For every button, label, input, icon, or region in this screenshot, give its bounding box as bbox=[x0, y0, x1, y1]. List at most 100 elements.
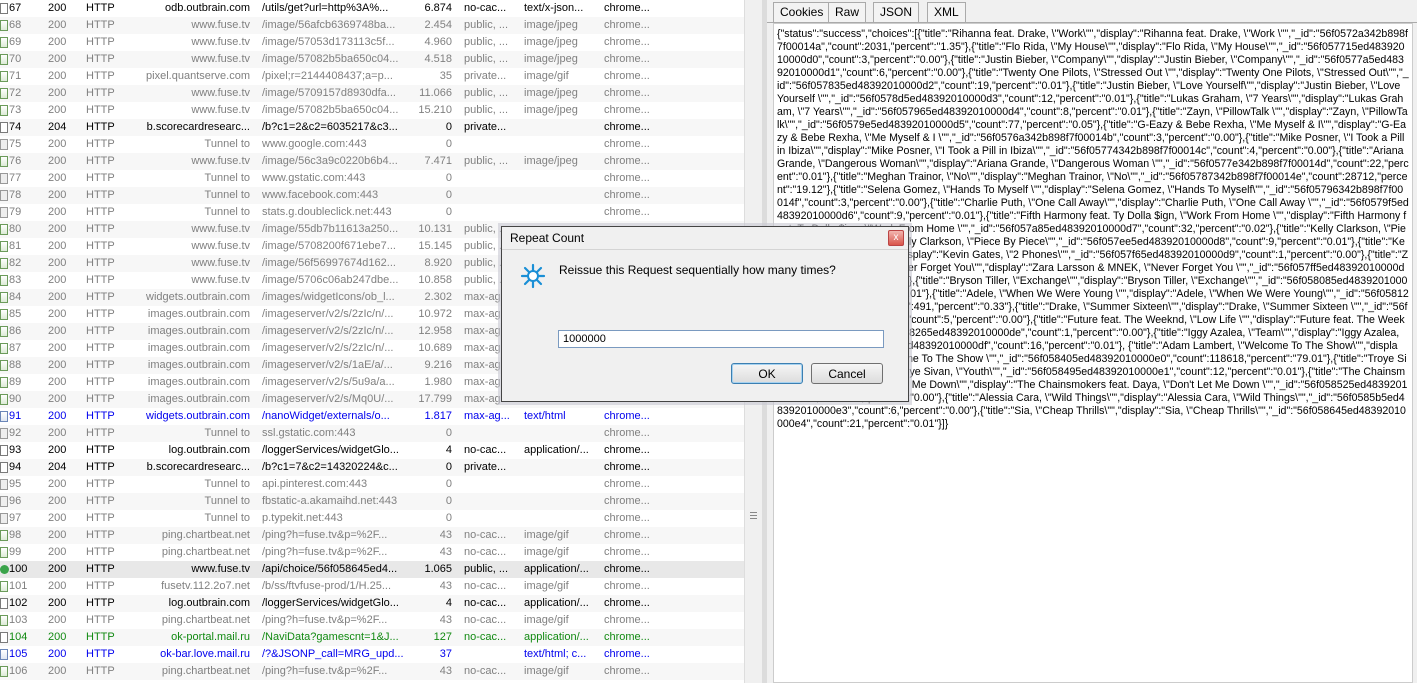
close-icon[interactable]: x bbox=[888, 230, 904, 246]
session-number: 98 bbox=[9, 529, 22, 541]
session-result: 200 bbox=[48, 325, 67, 337]
lock-icon bbox=[0, 190, 8, 201]
session-process: chrome... bbox=[604, 546, 650, 558]
session-caching: private... bbox=[464, 70, 507, 82]
session-body-size: 15.210 bbox=[418, 104, 452, 116]
cancel-button[interactable]: Cancel bbox=[811, 363, 883, 384]
session-protocol: HTTP bbox=[86, 240, 115, 252]
session-result: 200 bbox=[48, 87, 67, 99]
session-row[interactable]: 68 200 HTTP www.fuse.tv/image/56afcb6369748… bbox=[0, 17, 744, 34]
session-row[interactable]: 91 200 HTTP widgets.outbrain.com/nanoWidget… bbox=[0, 408, 744, 425]
session-row[interactable]: 95 200 HTTP Tunnel to api.pinterest.com:443 0… bbox=[0, 476, 744, 493]
session-caching: no-cac... bbox=[464, 614, 507, 626]
session-result: 200 bbox=[48, 631, 67, 643]
session-process: chrome... bbox=[604, 206, 650, 218]
session-row[interactable]: 72 200 HTTP www.fuse.tv/image/5709157d8930d… bbox=[0, 85, 744, 102]
session-protocol: HTTP bbox=[86, 648, 115, 660]
session-row[interactable]: 78 200 HTTP Tunnel to www.facebook.com:443 0 c… bbox=[0, 187, 744, 204]
img-icon bbox=[0, 377, 8, 388]
img-icon bbox=[0, 292, 8, 303]
session-body-size: 4 bbox=[445, 444, 452, 456]
session-row[interactable]: 71 200 HTTP pixel.quantserve.com/pixel;r=21… bbox=[0, 68, 744, 85]
session-row[interactable]: 74 204 HTTP b.scorecardresearc.../b?c1=2&c2… bbox=[0, 119, 744, 136]
session-number: 88 bbox=[9, 359, 22, 371]
session-caching: private... bbox=[464, 121, 507, 133]
session-row[interactable]: 97 200 HTTP Tunnel to p.typekit.net:443 0 chro… bbox=[0, 510, 744, 527]
session-process: chrome... bbox=[604, 631, 650, 643]
session-number: 69 bbox=[9, 36, 22, 48]
session-row[interactable]: 101 200 HTTP fusetv.112.2o7.net/b/ss/ftvfus… bbox=[0, 578, 744, 595]
session-number: 72 bbox=[9, 87, 22, 99]
lock-icon bbox=[0, 139, 8, 150]
session-row[interactable]: 77 200 HTTP Tunnel to www.gstatic.com:443 0 ch… bbox=[0, 170, 744, 187]
tab-cookies[interactable]: Cookies bbox=[773, 2, 831, 22]
session-row[interactable]: 79 200 HTTP Tunnel to stats.g.doubleclick.ne… bbox=[0, 204, 744, 221]
session-result: 200 bbox=[48, 614, 67, 626]
session-protocol: HTTP bbox=[86, 2, 115, 14]
session-host: Tunnel to bbox=[204, 478, 250, 490]
session-result: 200 bbox=[48, 240, 67, 252]
session-result: 200 bbox=[48, 444, 67, 456]
session-process: chrome... bbox=[604, 36, 650, 48]
session-process: chrome... bbox=[604, 478, 650, 490]
session-body-size: 10.689 bbox=[418, 342, 452, 354]
session-number: 87 bbox=[9, 342, 22, 354]
session-row[interactable]: 70 200 HTTP www.fuse.tv/image/57082b5ba650c… bbox=[0, 51, 744, 68]
session-caching: public, ... bbox=[464, 36, 509, 48]
session-row[interactable]: 100 200 HTTP www.fuse.tv/api/choice/56f0586… bbox=[0, 561, 744, 578]
session-row[interactable]: 92 200 HTTP Tunnel to ssl.gstatic.com:443 0 ch… bbox=[0, 425, 744, 442]
session-host: pixel.quantserve.com bbox=[146, 70, 250, 82]
session-row[interactable]: 76 200 HTTP www.fuse.tv/image/56c3a9c0220b6… bbox=[0, 153, 744, 170]
session-row[interactable]: 69 200 HTTP www.fuse.tv/image/57053d173113c… bbox=[0, 34, 744, 51]
session-process: chrome... bbox=[604, 444, 650, 456]
session-row[interactable]: 103 200 HTTP ping.chartbeat.net/ping?h=fuse… bbox=[0, 612, 744, 629]
session-row[interactable]: 93 200 HTTP log.outbrain.com/loggerServices… bbox=[0, 442, 744, 459]
session-number: 89 bbox=[9, 376, 22, 388]
session-row[interactable]: 106 200 HTTP ping.chartbeat.net/ping?h=fuse… bbox=[0, 663, 744, 680]
img-icon bbox=[0, 54, 8, 65]
session-number: 91 bbox=[9, 410, 22, 422]
js-icon bbox=[0, 598, 8, 609]
tab-xml[interactable]: XML bbox=[927, 2, 966, 22]
session-number: 92 bbox=[9, 427, 22, 439]
scrollbar-grip[interactable] bbox=[750, 512, 757, 520]
session-result: 200 bbox=[48, 2, 67, 14]
session-row[interactable]: 96 200 HTTP Tunnel to fbstatic-a.akamaihd.ne… bbox=[0, 493, 744, 510]
tab-json[interactable]: JSON bbox=[873, 2, 920, 22]
session-host: ping.chartbeat.net bbox=[161, 614, 250, 626]
session-row[interactable]: 104 200 HTTP ok-portal.mail.ru/NaviData?gam… bbox=[0, 629, 744, 646]
session-result: 200 bbox=[48, 172, 67, 184]
session-content-type: image/gif bbox=[524, 665, 569, 677]
session-caching: public, ... bbox=[464, 53, 509, 65]
session-row[interactable]: 94 204 HTTP b.scorecardresearc.../b?c1=7&c2… bbox=[0, 459, 744, 476]
session-host: www.fuse.tv bbox=[191, 257, 250, 269]
session-row[interactable]: 73 200 HTTP www.fuse.tv/image/57082b5ba650c… bbox=[0, 102, 744, 119]
lock-icon bbox=[0, 207, 8, 218]
session-protocol: HTTP bbox=[86, 359, 115, 371]
session-host: Tunnel to bbox=[204, 138, 250, 150]
session-row[interactable]: 67 200 HTTP odb.outbrain.com/utils/get?url=… bbox=[0, 0, 744, 17]
session-body-size: 0 bbox=[445, 478, 452, 490]
session-row[interactable]: 75 200 HTTP Tunnel to www.google.com:443 0 chr… bbox=[0, 136, 744, 153]
ok-button[interactable]: OK bbox=[731, 363, 803, 384]
session-content-type: text/html bbox=[524, 410, 566, 422]
session-protocol: HTTP bbox=[86, 274, 115, 286]
session-result: 200 bbox=[48, 274, 67, 286]
img-icon bbox=[0, 343, 8, 354]
session-protocol: HTTP bbox=[86, 478, 115, 490]
session-host: www.fuse.tv bbox=[191, 563, 250, 575]
session-row[interactable]: 102 200 HTTP log.outbrain.com/loggerService… bbox=[0, 595, 744, 612]
js-icon bbox=[0, 122, 8, 133]
tab-raw[interactable]: Raw bbox=[828, 2, 867, 22]
session-body-size: 127 bbox=[433, 631, 452, 643]
session-row[interactable]: 99 200 HTTP ping.chartbeat.net/ping?h=fuse.… bbox=[0, 544, 744, 561]
session-result: 200 bbox=[48, 546, 67, 558]
session-row[interactable]: 98 200 HTTP ping.chartbeat.net/ping?h=fuse.… bbox=[0, 527, 744, 544]
session-protocol: HTTP bbox=[86, 529, 115, 541]
repeat-count-input[interactable] bbox=[558, 330, 884, 348]
session-host: widgets.outbrain.com bbox=[146, 410, 250, 422]
session-host: ping.chartbeat.net bbox=[161, 529, 250, 541]
session-result: 200 bbox=[48, 308, 67, 320]
session-number: 90 bbox=[9, 393, 22, 405]
session-row[interactable]: 105 200 HTTP ok-bar.love.mail.ru/?&JSONP_ca… bbox=[0, 646, 744, 663]
